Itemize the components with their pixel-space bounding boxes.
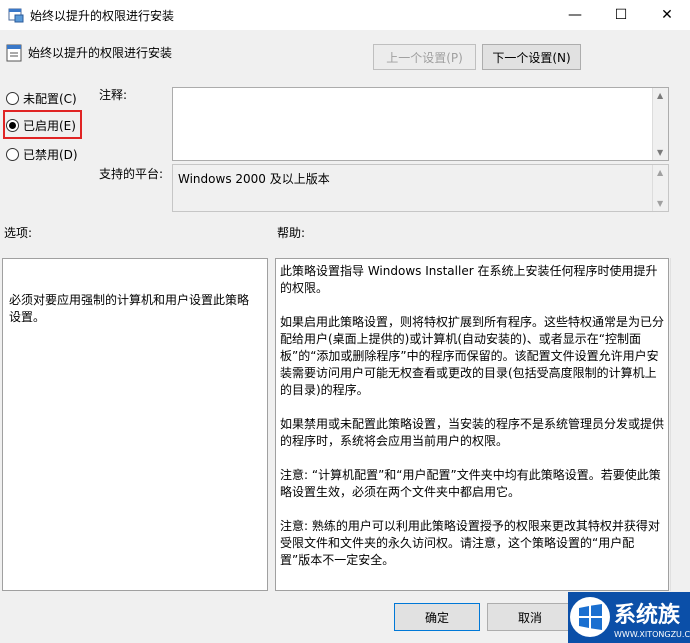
options-pane: 必须对要应用强制的计算机和用户设置此策略设置。 [2, 258, 268, 591]
platform-label: 支持的平台: [99, 167, 164, 181]
watermark-logo: 系统族 WWW.XITONGZU.COM [568, 592, 690, 643]
radio-circle[interactable] [6, 147, 19, 161]
policy-window-icon [8, 8, 24, 23]
maximize-icon: ☐ [614, 7, 628, 23]
comment-textarea[interactable]: ▲ ▼ [172, 87, 669, 161]
help-paragraph: 如果禁用或未配置此策略设置，当安装的程序不是系统管理员分发或提供的程序时，系统将… [280, 417, 665, 448]
title-bar: 始终以提升的权限进行安装 — ☐ ✕ [0, 0, 690, 30]
radio-label-disabled: 已禁用(D) [23, 147, 78, 162]
highlight-annotation [3, 110, 82, 139]
policy-setting-icon [6, 44, 22, 62]
radio-circle[interactable] [6, 91, 19, 105]
help-paragraph: 此策略设置指导 Windows Installer 在系统上安装任何程序时使用提… [280, 264, 658, 295]
next-setting-button[interactable]: 下一个设置(N) [482, 44, 581, 70]
help-pane: 此策略设置指导 Windows Installer 在系统上安装任何程序时使用提… [275, 258, 669, 591]
previous-setting-button[interactable]: 上一个设置(P) [373, 44, 476, 70]
help-paragraph: 注意: 熟练的用户可以利用此策略设置授予的权限来更改其特权并获得对受限文件和文件… [280, 519, 660, 567]
scroll-down-icon[interactable]: ▼ [657, 148, 663, 157]
help-text: 此策略设置指导 Windows Installer 在系统上安装任何程序时使用提… [280, 263, 664, 586]
help-scrollbar[interactable] [670, 258, 687, 591]
radio-disabled[interactable]: 已禁用(D) [6, 145, 78, 163]
watermark: 系统族 WWW.XITONGZU.COM [568, 592, 690, 643]
close-button[interactable]: ✕ [644, 0, 690, 30]
ok-button[interactable]: 确定 [394, 603, 480, 631]
platform-field: Windows 2000 及以上版本 ▲ ▼ [172, 164, 669, 212]
help-paragraph: 注意: “计算机配置”和“用户配置”文件夹中均有此策略设置。若要使此策略设置生效… [280, 468, 661, 499]
comment-label: 注释: [99, 88, 128, 102]
radio-label-not-configured: 未配置(C) [23, 91, 77, 106]
help-paragraph: 如果启用此策略设置，则将特权扩展到所有程序。这些特权通常是为已分配给用户(桌面上… [280, 315, 665, 397]
scroll-down-icon[interactable]: ▼ [657, 199, 663, 208]
radio-not-configured[interactable]: 未配置(C) [6, 89, 77, 107]
options-text: 必须对要应用强制的计算机和用户设置此策略设置。 [9, 293, 250, 324]
comment-scrollbar[interactable]: ▲ ▼ [652, 88, 668, 160]
close-icon: ✕ [661, 7, 673, 23]
platform-scrollbar[interactable]: ▲ ▼ [652, 165, 668, 211]
scroll-up-icon[interactable]: ▲ [657, 91, 663, 100]
scroll-up-icon[interactable]: ▲ [657, 168, 663, 177]
window-title: 始终以提升的权限进行安装 [30, 9, 175, 23]
policy-title: 始终以提升的权限进行安装 [28, 46, 173, 60]
watermark-url: WWW.XITONGZU.COM [614, 630, 690, 639]
maximize-button[interactable]: ☐ [598, 0, 644, 30]
options-label: 选项: [4, 226, 33, 240]
platform-value: Windows 2000 及以上版本 [178, 172, 330, 186]
watermark-brand: 系统族 [614, 602, 681, 628]
minimize-icon: — [568, 7, 582, 23]
cancel-button[interactable]: 取消 [487, 603, 573, 631]
help-label: 帮助: [277, 226, 306, 240]
minimize-button[interactable]: — [552, 0, 598, 30]
